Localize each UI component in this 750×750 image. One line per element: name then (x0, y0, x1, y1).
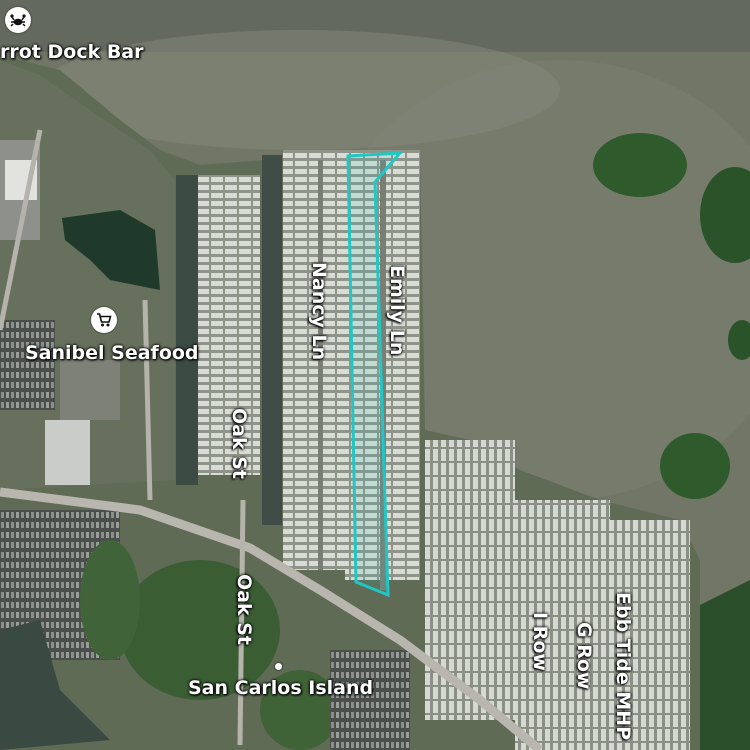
poi-label-sanibel-seafood[interactable]: Sanibel Seafood (25, 342, 199, 364)
shopping-cart-icon[interactable] (91, 307, 117, 333)
street-label-emily-ln: Emily Ln (386, 265, 408, 356)
poi-label-parrot-dock-bar[interactable]: rrot Dock Bar (0, 41, 144, 63)
street-label-oak-st-north: Oak St (228, 408, 250, 479)
satellite-imagery (0, 0, 750, 750)
place-dot-icon[interactable] (275, 663, 282, 670)
street-label-i-row: I Row (529, 612, 551, 671)
mangrove-island (593, 133, 687, 197)
street-label-ebb-tide-mhp: Ebb Tide MHP (612, 592, 634, 741)
canal (176, 175, 198, 485)
building (45, 420, 90, 485)
street-label-oak-st-south: Oak St (233, 574, 255, 645)
street-label-nancy-ln: Nancy Ln (308, 262, 330, 361)
crab-icon[interactable] (5, 7, 31, 33)
place-label-san-carlos-island[interactable]: San Carlos Island (188, 677, 373, 699)
canal (262, 155, 282, 525)
satellite-map[interactable]: rrot Dock Bar Sanibel Seafood Nancy Ln E… (0, 0, 750, 750)
mangrove-island (660, 433, 730, 499)
street-label-g-row: G Row (573, 622, 595, 690)
